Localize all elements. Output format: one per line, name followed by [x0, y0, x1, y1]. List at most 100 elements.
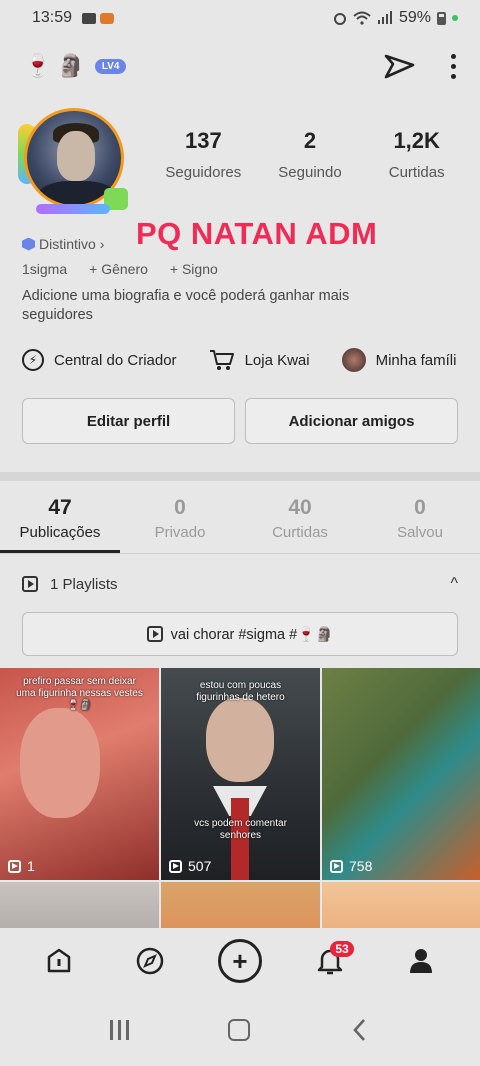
view-count-value: 1: [27, 858, 35, 874]
video-thumbnail[interactable]: [161, 882, 320, 930]
tab-count: 0: [174, 496, 186, 519]
tab-count: 40: [288, 496, 312, 519]
likes-label: Curtidas: [388, 164, 445, 181]
profile-tags-row: 1sigma + Gênero + Signo: [22, 261, 218, 277]
kwai-shop-shortcut[interactable]: Loja Kwai: [209, 348, 310, 372]
shortcut-label: Minha famíli: [375, 351, 457, 369]
nav-discover[interactable]: [126, 937, 174, 985]
shortcut-label: Loja Kwai: [244, 351, 310, 369]
section-divider: [0, 472, 480, 481]
playlist-icon: [146, 626, 163, 642]
tab-count: 0: [414, 496, 426, 519]
view-count: 1: [8, 858, 35, 874]
status-time: 13:59: [32, 9, 73, 26]
app-notification-icon: [100, 12, 115, 24]
likes-count: 1,2K: [393, 128, 440, 153]
following-label: Seguindo: [278, 164, 342, 181]
view-count-value: 507: [188, 858, 212, 874]
playlist-item-title: vai chorar #sigma #🍷🗿: [170, 626, 334, 643]
compass-icon: [136, 947, 163, 975]
followers-count: 137: [184, 128, 222, 153]
my-family-shortcut[interactable]: Minha famíli: [341, 348, 457, 372]
wifi-icon: [353, 11, 371, 25]
home-icon: [47, 948, 71, 973]
distintivo-label: Distintivo: [39, 236, 96, 252]
video-thumbnail[interactable]: 758: [322, 668, 480, 880]
thumbnail-figure: [206, 698, 274, 782]
thumbnail-figure: [20, 708, 100, 818]
nav-home[interactable]: [35, 937, 83, 985]
followers-label: Seguidores: [165, 164, 242, 181]
add-friends-button[interactable]: Adicionar amigos: [245, 398, 458, 444]
view-count: 758: [330, 858, 372, 874]
tab-privado[interactable]: 0 Privado: [120, 496, 240, 554]
video-thumbnail[interactable]: [0, 882, 159, 930]
followers-stat[interactable]: 137 Seguidores: [150, 128, 257, 181]
battery-percent: 59%: [398, 9, 431, 26]
video-thumbnail[interactable]: estou com poucas figurinhas de hetero vc…: [161, 668, 320, 880]
chevron-right-icon: ›: [99, 236, 105, 252]
level-badge[interactable]: LV4: [94, 58, 127, 74]
tab-curtidas[interactable]: 40 Curtidas: [240, 496, 360, 554]
add-gender-button[interactable]: + Gênero: [89, 261, 148, 277]
edit-profile-button[interactable]: Editar perfil: [22, 398, 235, 444]
recents-icon[interactable]: [109, 1020, 129, 1040]
shortcut-row: ⚡ Central do Criador Loja Kwai Minha fam…: [22, 344, 480, 376]
signal-icon: [377, 11, 392, 24]
content-tabs: 47 Publicações 0 Privado 40 Curtidas 0 S…: [0, 496, 480, 554]
tab-publicacoes[interactable]: 47 Publicações: [0, 496, 120, 554]
bottom-navigation: + 53: [0, 928, 480, 994]
video-notification-icon: [82, 12, 97, 24]
playlist-header[interactable]: 1 Playlists ^: [22, 570, 458, 598]
more-options-icon[interactable]: [451, 53, 456, 79]
plus-icon: +: [217, 939, 262, 983]
following-count: 2: [303, 128, 317, 153]
likes-stat[interactable]: 1,2K Curtidas: [363, 128, 470, 181]
family-avatar-icon: [341, 348, 366, 372]
video-thumbnail[interactable]: prefiro passar sem deixar uma figurinha …: [0, 668, 159, 880]
cart-icon: [209, 350, 234, 370]
distintivo-link[interactable]: Distintivo ›: [22, 236, 104, 252]
tab-count: 47: [48, 496, 72, 519]
nav-notifications[interactable]: 53: [306, 937, 354, 985]
play-icon: [169, 859, 182, 873]
alarm-icon: [333, 13, 346, 25]
add-sign-button[interactable]: + Signo: [170, 261, 218, 277]
view-count: 507: [169, 858, 211, 874]
avatar[interactable]: [12, 104, 134, 216]
nav-create[interactable]: +: [216, 937, 264, 985]
username: 1sigma: [22, 261, 68, 277]
moai-icon: 🗿: [57, 53, 85, 78]
play-icon: [330, 859, 343, 873]
badge-hexagon-icon: [22, 237, 35, 251]
share-icon[interactable]: [383, 51, 417, 81]
video-grid: prefiro passar sem deixar uma figurinha …: [0, 668, 480, 930]
avatar-frame-bottom: [36, 204, 110, 214]
profile-top-row: 🍷 🗿 LV4: [24, 46, 456, 86]
tab-label: Privado: [154, 524, 206, 541]
playlist-icon: [22, 576, 38, 592]
back-icon[interactable]: [350, 1017, 370, 1043]
video-caption: prefiro passar sem deixar uma figurinha …: [16, 676, 143, 711]
overlay-caption: PQ NATAN ADM: [136, 216, 378, 251]
video-thumbnail[interactable]: [322, 882, 480, 930]
system-navigation: [0, 994, 480, 1066]
privacy-dot-icon: [452, 15, 458, 21]
creator-center-shortcut[interactable]: ⚡ Central do Criador: [22, 349, 177, 371]
wine-glass-icon: 🍷: [24, 53, 52, 78]
profile-stats: 137 Seguidores 2 Seguindo 1,2K Curtidas: [150, 128, 470, 181]
tab-salvou[interactable]: 0 Salvou: [360, 496, 480, 554]
profile-action-buttons: Editar perfil Adicionar amigos: [22, 398, 458, 444]
chevron-up-icon[interactable]: ^: [450, 575, 458, 593]
user-icon: [409, 949, 432, 973]
view-count-value: 758: [349, 858, 373, 874]
bio-placeholder[interactable]: Adicione uma biografia e você poderá gan…: [22, 287, 422, 325]
system-home-icon[interactable]: [228, 1019, 251, 1041]
tab-label: Curtidas: [272, 524, 328, 541]
nav-profile[interactable]: [397, 937, 445, 985]
playlist-item-button[interactable]: vai chorar #sigma #🍷🗿: [22, 612, 458, 656]
following-stat[interactable]: 2 Seguindo: [257, 128, 364, 181]
video-caption: estou com poucas figurinhas de hetero: [196, 680, 285, 703]
notification-badge: 53: [330, 941, 354, 957]
video-caption-bottom: vcs podem comentar senhores: [194, 818, 287, 841]
